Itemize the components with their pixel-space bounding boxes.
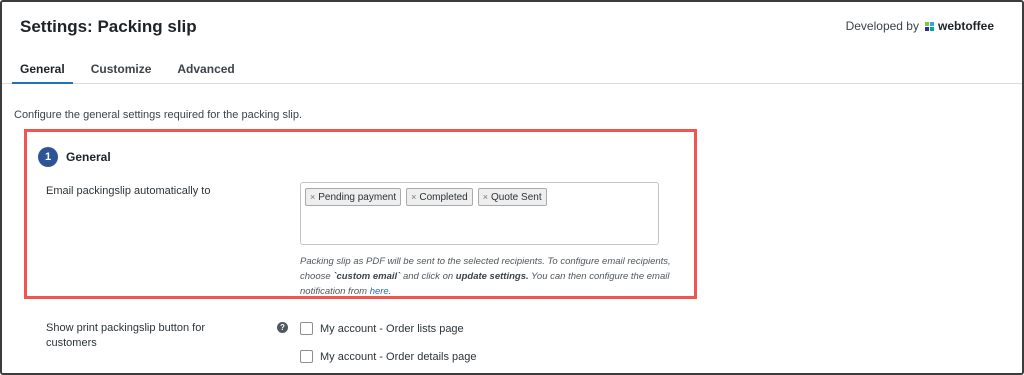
remove-chip-icon[interactable]: × (483, 192, 488, 202)
order-status-multiselect[interactable]: × Pending payment × Completed × Quote Se… (300, 182, 659, 245)
chip-label: Pending payment (318, 191, 397, 203)
option-label: My account - Order lists page (320, 322, 464, 335)
webtoffee-logo-icon (924, 21, 934, 31)
chip-label: Completed (419, 191, 468, 203)
section-title: General (66, 150, 111, 164)
page-title: Settings: Packing slip (20, 17, 197, 36)
order-details-checkbox[interactable] (300, 350, 313, 363)
status-chip: × Quote Sent (477, 188, 547, 206)
status-chip: × Completed (406, 188, 473, 206)
section-header: 1 General (38, 147, 111, 167)
tab-general[interactable]: General (12, 52, 73, 84)
intro-text: Configure the general settings required … (14, 109, 303, 121)
remove-chip-icon[interactable]: × (310, 192, 315, 202)
brand-name: webtoffee (937, 19, 994, 33)
page-header: Settings: Packing slip Developed by webt… (2, 2, 1022, 84)
step-number-badge: 1 (38, 147, 58, 167)
remove-chip-icon[interactable]: × (411, 192, 416, 202)
email-help-text: Packing slip as PDF will be sent to the … (300, 256, 671, 297)
webtoffee-logo[interactable]: webtoffee (924, 19, 994, 33)
order-details-option[interactable]: My account - Order details page (300, 350, 477, 363)
settings-content: Configure the general settings required … (2, 84, 1022, 373)
settings-tabs: General Customize Advanced (12, 52, 261, 84)
order-lists-checkbox[interactable] (300, 322, 313, 335)
developed-by-label: Developed by (845, 19, 919, 33)
tab-advanced[interactable]: Advanced (177, 52, 234, 84)
chip-label: Quote Sent (491, 191, 542, 203)
tab-customize[interactable]: Customize (91, 52, 152, 84)
print-button-label: Show print packingslip button for custom… (46, 322, 205, 349)
order-lists-option[interactable]: My account - Order lists page (300, 322, 464, 335)
status-chip: × Pending payment (305, 188, 402, 206)
developer-credit: Developed by webtoffee (846, 19, 994, 33)
email-settings-link[interactable]: here (370, 286, 389, 297)
email-packingslip-label: Email packingslip automatically to (46, 185, 211, 197)
app-window: Settings: Packing slip Developed by webt… (0, 0, 1024, 375)
option-label: My account - Order details page (320, 350, 477, 363)
help-icon[interactable]: ? (277, 322, 288, 333)
